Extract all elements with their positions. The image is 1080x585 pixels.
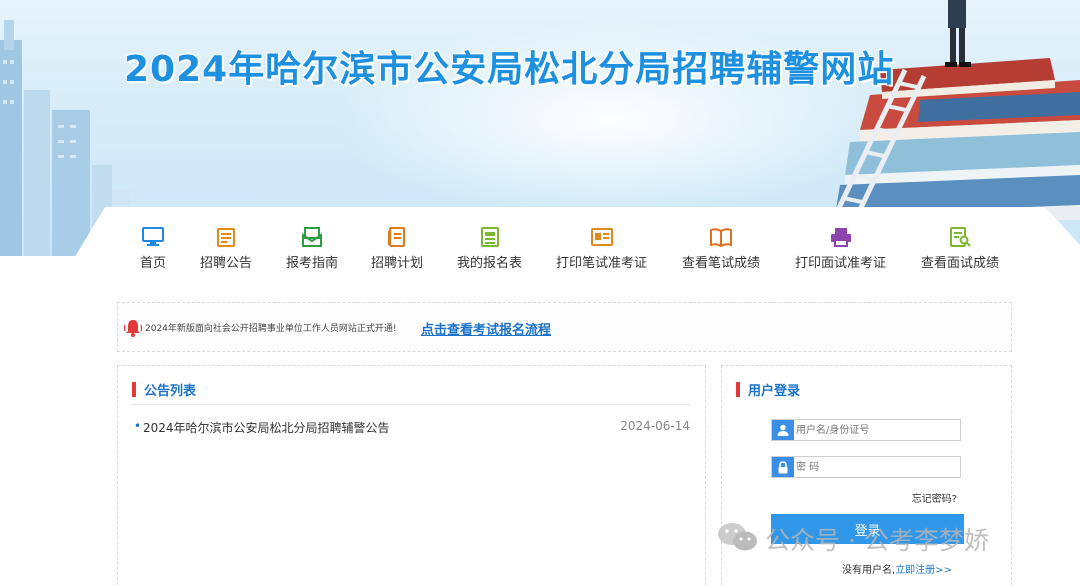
search-document-icon [948, 226, 972, 248]
nav-item-plan[interactable]: 招聘计划 [371, 226, 423, 271]
notice-board-icon [214, 226, 238, 248]
nav-label: 报考指南 [286, 256, 339, 271]
nav-item-print-interview-ticket[interactable]: 打印面试准考证 [795, 226, 886, 271]
announcement-panel: 公告列表 • 2024年哈尔滨市公安局松北分局招聘辅警公告 2024-06-14 [117, 365, 706, 585]
watermark: 公众号 · 公考李梦娇 [717, 521, 989, 557]
register-line: 没有用户名,立即注册>> [842, 561, 952, 576]
nav-item-my-form[interactable]: 我的报名表 [457, 226, 522, 271]
register-link[interactable]: 立即注册>> [895, 565, 952, 576]
username-field[interactable] [771, 419, 961, 441]
exam-registration-flow-link[interactable]: 点击查看考试报名流程 [421, 319, 551, 338]
monitor-icon [141, 226, 165, 248]
nav-item-written-scores[interactable]: 查看笔试成绩 [682, 226, 760, 271]
list-item[interactable]: • 2024年哈尔滨市公安局松北分局招聘辅警公告 2024-06-14 [134, 419, 690, 437]
login-panel-header: 用户登录 [736, 380, 800, 399]
lock-icon [772, 457, 794, 477]
wechat-icon [717, 521, 759, 557]
username-input[interactable] [796, 420, 958, 440]
user-icon [772, 420, 794, 440]
nav-item-guide[interactable]: 报考指南 [286, 226, 338, 271]
nav-item-print-written-ticket[interactable]: 打印笔试准考证 [556, 226, 647, 271]
site-title: 2024年哈尔滨市公安局松北分局招聘辅警网站 [124, 49, 895, 90]
watermark-text: 公众号 · 公考李梦娇 [765, 526, 989, 555]
announcement-panel-title: 公告列表 [144, 384, 197, 399]
title-accent-bar [736, 382, 740, 397]
forgot-password-link[interactable]: 忘记密码? [912, 490, 957, 505]
nav-label: 招聘计划 [371, 256, 424, 271]
notice-marquee-text: 2024年新版面向社会公开招聘事业单位工作人员网站正式开通! [145, 324, 397, 334]
books-ladder-illustration [835, 0, 1080, 220]
password-field[interactable] [771, 456, 961, 478]
nav-label: 打印笔试准考证 [556, 256, 648, 271]
mail-guide-icon [300, 226, 324, 248]
main-nav: 首页 招聘公告 报考指南 招聘计划 我的报名表 打印笔试准考证 查看笔试成绩 打… [120, 226, 1020, 276]
login-panel-title: 用户登录 [748, 384, 801, 399]
nav-label: 招聘公告 [200, 256, 253, 271]
nav-item-home[interactable]: 首页 [140, 226, 166, 271]
bell-icon [123, 319, 143, 341]
announcement-panel-header: 公告列表 [132, 380, 196, 399]
open-book-icon [709, 226, 733, 248]
no-account-text: 没有用户名, [842, 565, 896, 576]
divider [130, 404, 691, 405]
document-plan-icon [385, 226, 409, 248]
notice-bar: 2024年新版面向社会公开招聘事业单位工作人员网站正式开通! 点击查看考试报名流… [117, 302, 1012, 352]
announcement-date: 2024-06-14 [620, 419, 690, 433]
announcement-title[interactable]: 2024年哈尔滨市公安局松北分局招聘辅警公告 [143, 419, 390, 436]
id-card-icon [590, 226, 614, 248]
nav-label: 查看面试成绩 [921, 256, 1000, 271]
nav-label: 我的报名表 [457, 256, 523, 271]
title-accent-bar [132, 382, 136, 397]
nav-label: 首页 [140, 256, 167, 271]
form-icon [478, 226, 502, 248]
password-input[interactable] [796, 457, 958, 477]
nav-item-interview-scores[interactable]: 查看面试成绩 [921, 226, 999, 271]
nav-label: 查看笔试成绩 [682, 256, 761, 271]
nav-label: 打印面试准考证 [795, 256, 887, 271]
printer-icon [829, 226, 853, 248]
nav-item-announcements[interactable]: 招聘公告 [200, 226, 252, 271]
bullet: • [134, 419, 142, 433]
